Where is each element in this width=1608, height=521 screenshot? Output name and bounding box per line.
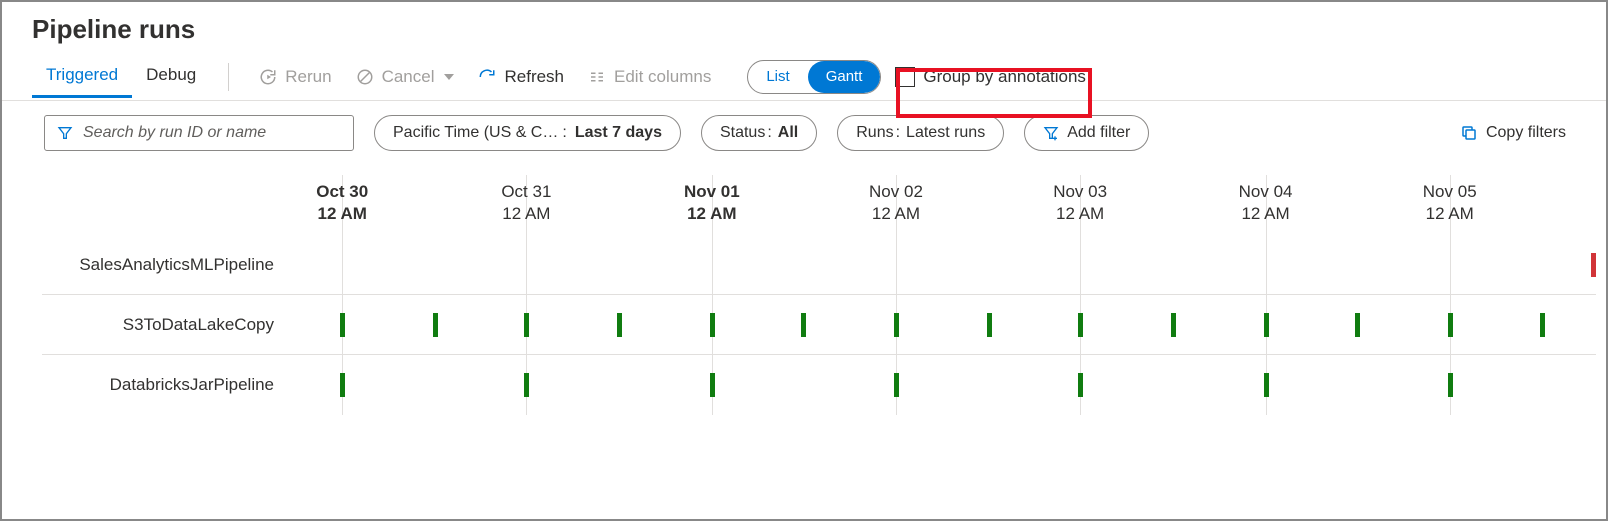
divider xyxy=(228,63,229,91)
filter-status[interactable]: Status : All xyxy=(701,115,817,151)
gantt-time-axis: Oct 3012 AM Oct 3112 AM Nov 0112 AM Nov 021… xyxy=(290,175,1596,235)
run-bar-success[interactable] xyxy=(1448,373,1453,397)
run-bar-failed[interactable] xyxy=(1591,253,1596,277)
refresh-button[interactable]: Refresh xyxy=(466,61,576,93)
gantt-track xyxy=(290,355,1596,415)
axis-tick-label: Nov 0312 AM xyxy=(1053,181,1107,225)
run-bar-success[interactable] xyxy=(710,373,715,397)
add-filter-button[interactable]: Add filter xyxy=(1024,115,1149,151)
filter-bar: Search by run ID or name Pacific Time (U… xyxy=(2,101,1606,165)
run-bar-success[interactable] xyxy=(987,313,992,337)
gantt-track xyxy=(290,235,1596,294)
run-bar-success[interactable] xyxy=(894,313,899,337)
group-by-annotations[interactable]: Group by annotations xyxy=(895,67,1086,87)
gantt-header: Oct 3012 AM Oct 3112 AM Nov 0112 AM Nov 021… xyxy=(42,175,1596,235)
filter-icon xyxy=(57,125,73,141)
refresh-icon xyxy=(478,68,496,86)
rerun-button[interactable]: Rerun xyxy=(247,61,343,93)
tab-debug[interactable]: Debug xyxy=(132,55,210,98)
cancel-icon xyxy=(356,68,374,86)
cancel-button[interactable]: Cancel xyxy=(344,61,467,93)
axis-tick-label: Nov 0112 AM xyxy=(684,181,740,225)
axis-tick-label: Nov 0512 AM xyxy=(1423,181,1477,225)
search-input[interactable]: Search by run ID or name xyxy=(44,115,354,151)
axis-tick-label: Nov 0212 AM xyxy=(869,181,923,225)
gantt-rows: SalesAnalyticsMLPipelineS3ToDataLakeCopy… xyxy=(42,235,1596,415)
pipeline-name[interactable]: SalesAnalyticsMLPipeline xyxy=(42,235,290,294)
run-bar-success[interactable] xyxy=(340,313,345,337)
run-bar-success[interactable] xyxy=(524,313,529,337)
edit-columns-button[interactable]: Edit columns xyxy=(576,61,723,93)
axis-tick-label: Nov 0412 AM xyxy=(1239,181,1293,225)
rerun-icon xyxy=(259,68,277,86)
run-bar-success[interactable] xyxy=(1540,313,1545,337)
copy-filters-button[interactable]: Copy filters xyxy=(1460,124,1576,142)
axis-tick-label: Oct 3012 AM xyxy=(316,181,368,225)
run-bar-success[interactable] xyxy=(710,313,715,337)
run-bar-success[interactable] xyxy=(524,373,529,397)
tab-triggered[interactable]: Triggered xyxy=(32,55,132,98)
axis-tick-label: Oct 3112 AM xyxy=(501,181,551,225)
chevron-down-icon xyxy=(444,74,454,80)
run-bar-success[interactable] xyxy=(1171,313,1176,337)
toolbar: Triggered Debug Rerun Cancel Refresh Edi… xyxy=(2,53,1606,101)
copy-icon xyxy=(1460,124,1478,142)
view-toggle-gantt[interactable]: Gantt xyxy=(808,61,881,93)
run-bar-success[interactable] xyxy=(1448,313,1453,337)
view-toggle-list[interactable]: List xyxy=(748,61,807,93)
gantt-track xyxy=(290,295,1596,354)
gantt-row: SalesAnalyticsMLPipeline xyxy=(42,235,1596,295)
gantt-chart: Oct 3012 AM Oct 3112 AM Nov 0112 AM Nov 021… xyxy=(42,175,1596,475)
run-bar-success[interactable] xyxy=(1264,373,1269,397)
run-bar-success[interactable] xyxy=(1355,313,1360,337)
view-toggle: List Gantt xyxy=(747,60,881,94)
filter-runs[interactable]: Runs : Latest runs xyxy=(837,115,1004,151)
run-bar-success[interactable] xyxy=(1078,313,1083,337)
run-bar-success[interactable] xyxy=(617,313,622,337)
run-bar-success[interactable] xyxy=(894,373,899,397)
pipeline-name[interactable]: S3ToDataLakeCopy xyxy=(42,295,290,354)
page-title: Pipeline runs xyxy=(2,2,1606,53)
gantt-row: S3ToDataLakeCopy xyxy=(42,295,1596,355)
add-filter-icon xyxy=(1043,125,1059,141)
run-bar-success[interactable] xyxy=(340,373,345,397)
checkbox-icon[interactable] xyxy=(895,67,915,87)
gantt-row: DatabricksJarPipeline xyxy=(42,355,1596,415)
pipeline-name[interactable]: DatabricksJarPipeline xyxy=(42,355,290,415)
columns-icon xyxy=(588,68,606,86)
run-bar-success[interactable] xyxy=(1264,313,1269,337)
run-bar-success[interactable] xyxy=(801,313,806,337)
run-bar-success[interactable] xyxy=(1078,373,1083,397)
pipeline-runs-window: Pipeline runs Triggered Debug Rerun Canc… xyxy=(0,0,1608,521)
run-bar-success[interactable] xyxy=(433,313,438,337)
filter-time[interactable]: Pacific Time (US & C… : Last 7 days xyxy=(374,115,681,151)
